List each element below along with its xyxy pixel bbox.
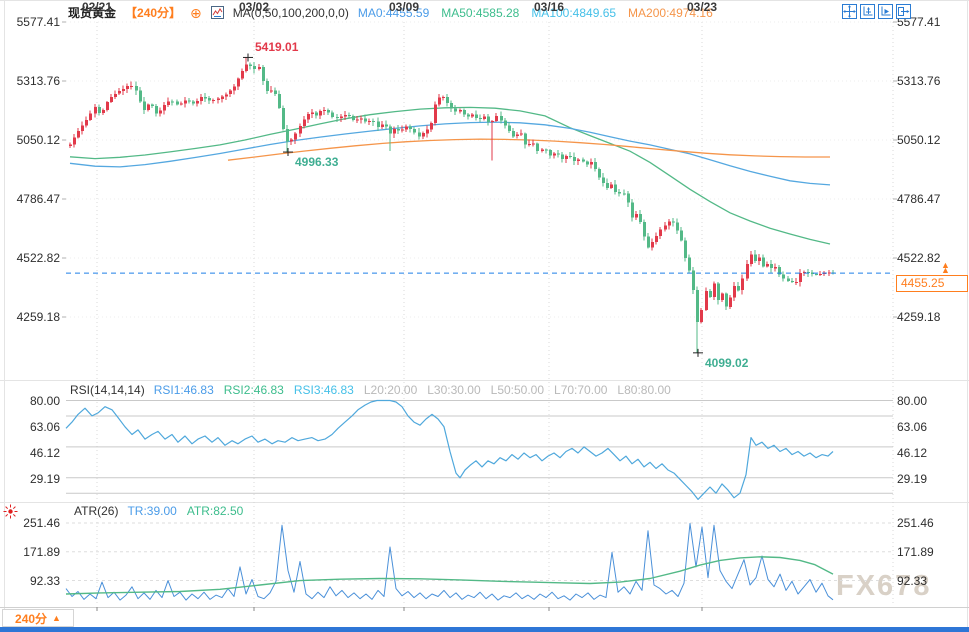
rsi-readout: RSI1:46.83 [154,383,214,397]
atr-axis-label-left: 92.33 [2,574,60,588]
chevron-up-icon: ▲ [52,613,61,623]
price-axis-label-left: 4522.82 [2,251,60,265]
atr-axis-label-right: 92.33 [897,574,927,588]
indicator-settings-icon[interactable]: ⊕ [190,6,202,20]
rsi-indicator-label[interactable]: RSI(14,14,14) [70,383,145,397]
rsi-level-readout: L50:50.00 [491,383,544,397]
rsi-level-readout: L20:20.00 [364,383,417,397]
ma50-line [70,107,830,244]
price-axis-label-left: 5050.12 [2,133,60,147]
rsi-axis-label-left: 29.19 [2,472,60,486]
chart-application: FX678 现货黄金 【240分】 ⊕ MA(0,50,100,200,0,0)… [0,0,969,632]
rsi-readout: RSI2:46.83 [224,383,284,397]
rsi-axis-label-left: 46.12 [2,446,60,460]
rsi-level-readout: L30:30.00 [427,383,480,397]
price-axis-label-right: 5050.12 [897,133,940,147]
x-axis-date-label: 03/02 [231,0,277,14]
ma-readout: MA50:4585.28 [441,6,519,20]
price-axis-label-right: 5313.76 [897,74,940,88]
bottom-accent-bar [0,627,969,632]
price-axis-label-left: 5577.41 [2,15,60,29]
chart-toolbar [842,4,911,19]
price-extreme-annotation: 5419.01 [255,40,298,54]
price-axis-label-left: 5313.76 [2,74,60,88]
price-extreme-annotation: 4996.33 [295,155,338,169]
chart-canvas[interactable] [0,0,969,632]
candles-layer [69,57,835,352]
x-axis-date-label: 03/23 [679,0,725,14]
rsi-readout: RSI3:46.83 [294,383,354,397]
price-up-arrows-icon: ▲▲ [941,263,950,273]
pane-collapse-icon[interactable] [896,4,911,19]
price-axis-label-left: 4786.47 [2,192,60,206]
rsi-axis-label-right: 80.00 [897,394,927,408]
atr-axis-label-right: 171.89 [897,545,934,559]
atr-readout: ATR:82.50 [187,504,243,518]
crosshair-pan-icon[interactable] [842,4,857,19]
timeframe-selector[interactable]: 240分 ▲ [2,609,74,627]
atr-axis-label-right: 251.46 [897,516,934,530]
rsi-axis-label-left: 63.06 [2,420,60,434]
atr-line [66,557,833,594]
rsi-axis-label-right: 29.19 [897,472,927,486]
chart-type-icon[interactable] [211,6,224,19]
x-axis-date-label: 02/21 [74,0,120,14]
x-axis-date-label: 03/09 [381,0,427,14]
rsi-axis-label-left: 80.00 [2,394,60,408]
atr-readouts: TR:39.00 ATR:82.50 [127,504,243,518]
atr-axis-label-left: 171.89 [2,545,60,559]
rsi-level-readout: L70:70.00 [554,383,607,397]
x-axis-zoom-icon[interactable] [878,4,893,19]
rsi-level-readout: L80:80.00 [617,383,670,397]
tr-line [66,524,833,601]
price-axis-label-right: 4522.82 [897,251,940,265]
x-axis-date-label: 03/16 [526,0,572,14]
price-axis-label-right: 4786.47 [897,192,940,206]
atr-readout: TR:39.00 [127,504,176,518]
rsi-header: RSI(14,14,14) RSI1:46.83 RSI2:46.83 RSI3:4… [70,383,671,397]
price-axis-label-left: 4259.18 [2,310,60,324]
timeframe-label: 240分 [15,610,47,627]
y-axis-zoom-icon[interactable] [860,4,875,19]
alert-sun-icon [3,504,18,524]
rsi-readouts: RSI1:46.83 RSI2:46.83 RSI3:46.83 L20:20.00 L… [154,383,671,397]
rsi-axis-label-right: 46.12 [897,446,927,460]
rsi-axis-label-right: 63.06 [897,420,927,434]
atr-indicator-label[interactable]: ATR(26) [74,504,118,518]
current-price-tag: 4455.25 [896,275,968,292]
price-extreme-annotation: 4099.02 [705,356,748,370]
rsi-line [66,401,833,500]
price-axis-label-right: 4259.18 [897,310,940,324]
period-badge[interactable]: 【240分】 [125,4,181,21]
atr-header: ATR(26) TR:39.00 ATR:82.50 [74,504,243,518]
